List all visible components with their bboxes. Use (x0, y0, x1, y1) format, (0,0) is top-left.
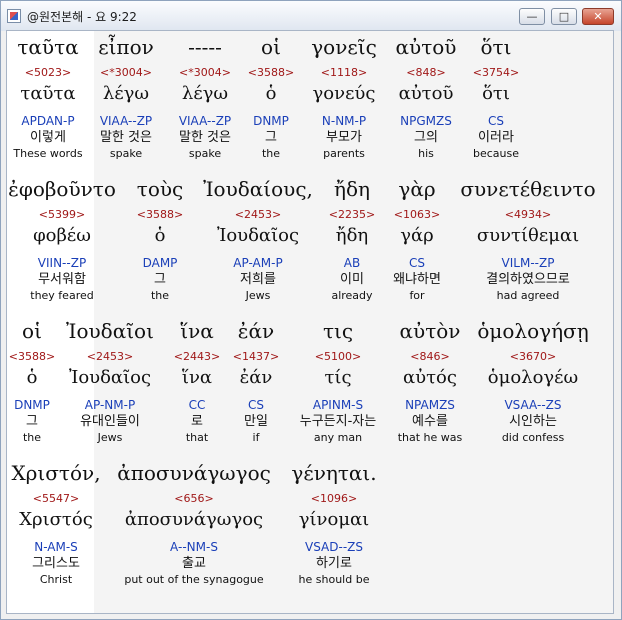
word-column[interactable]: συνετέθειντο <4934> συντίθεμαι VILM--ZP 결의하였… (428, 175, 622, 303)
word-column[interactable]: ὅτι <3754> ὅτι CS 이러라 because (396, 33, 596, 161)
title-bar[interactable]: @원전본해 - 요 9:22 — □ ✕ (1, 1, 621, 31)
strong-number: <1096> (310, 492, 358, 505)
lexical-form: ὅτι (482, 83, 510, 104)
english-gloss: he should be (298, 573, 370, 586)
lexical-form: ὁμολογέω (487, 367, 579, 388)
window-title: @원전본해 - 요 9:22 (27, 10, 137, 24)
english-gloss: had agreed (496, 289, 560, 302)
greek-word: γένηται. (291, 461, 377, 485)
korean-gloss: 하기로 (316, 556, 352, 571)
parsing-code: VSAA--ZS (504, 398, 562, 412)
english-gloss: because (472, 147, 519, 160)
greek-word: ὁμολογήσῃ (477, 319, 589, 343)
korean-gloss: 결의하였으므로 (486, 272, 570, 287)
strong-number: <4934> (504, 208, 552, 221)
greek-word: ὅτι (480, 35, 512, 59)
korean-gloss: 시인하는 (509, 414, 557, 429)
app-icon (7, 9, 21, 23)
parsing-code: VSAD--ZS (305, 540, 363, 554)
korean-gloss: 이러라 (478, 130, 514, 145)
close-button[interactable]: ✕ (582, 8, 614, 25)
lexical-form: γίνομαι (298, 509, 370, 530)
english-gloss: did confess (501, 431, 565, 444)
word-column[interactable]: γένηται. <1096> γίνομαι VSAD--ZS 하기로 he shoul… (234, 459, 434, 587)
greek-word: συνετέθειντο (460, 177, 596, 201)
strong-number: <3670> (509, 350, 557, 363)
parsing-code: VILM--ZP (501, 256, 555, 270)
strong-number: <3754> (472, 66, 520, 79)
minimize-button[interactable]: — (519, 8, 545, 25)
lexical-form: συντίθεμαι (476, 225, 580, 246)
maximize-button[interactable]: □ (551, 8, 577, 25)
word-column[interactable]: ὁμολογήσῃ <3670> ὁμολογέω VSAA--ZS 시인하는 did c… (433, 317, 622, 445)
parsing-code: CS (488, 114, 504, 128)
